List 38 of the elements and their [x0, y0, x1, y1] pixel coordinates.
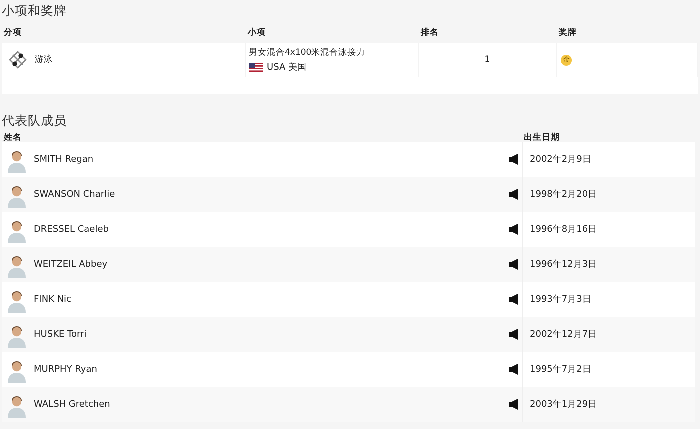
event-name: 男女混合4x100米混合泳接力	[249, 46, 366, 58]
athlete-name: WEITZEIL Abbey	[34, 260, 109, 270]
speaker-icon[interactable]	[509, 259, 518, 270]
athlete-name: SMITH Regan	[34, 154, 95, 164]
birth-date: 1993年7月3日	[530, 294, 592, 306]
athlete-name: SWANSON Charlie	[34, 190, 116, 200]
column-header: 出生日期	[523, 132, 561, 142]
athlete-name: FINK Nic	[34, 294, 73, 304]
flag-icon	[249, 62, 263, 72]
column-header: 分项	[3, 27, 23, 40]
rank-text: 1	[484, 55, 490, 65]
speaker-icon[interactable]	[509, 224, 518, 235]
column-header: 姓名	[2, 132, 23, 142]
speaker-icon[interactable]	[509, 364, 518, 375]
speaker-icon[interactable]	[509, 189, 518, 200]
column-header: 奖牌	[558, 26, 578, 40]
discipline-text: 游泳	[35, 54, 53, 66]
birth-date: 2002年2月9日	[530, 154, 592, 166]
birth-date: 2003年1月29日	[530, 398, 598, 411]
birth-date: 1995年7月2日	[530, 364, 592, 376]
birth-date: 2002年12月7日	[530, 328, 598, 341]
column-header: 小项	[246, 26, 267, 40]
speaker-icon[interactable]	[509, 399, 518, 410]
birth-date: 1996年8月16日	[530, 224, 598, 236]
birth-date: 1996年12月3日	[530, 258, 598, 271]
team-name: USA 美国	[267, 62, 306, 74]
athlete-name: MURPHY Ryan	[34, 364, 98, 374]
athlete-name: WALSH Gretchen	[34, 400, 112, 410]
birth-date: 1998年2月20日	[530, 188, 598, 201]
speaker-icon[interactable]	[509, 154, 518, 165]
athlete-name: HUSKE Torri	[34, 330, 88, 340]
speaker-icon[interactable]	[509, 294, 518, 305]
column-header: 排名	[420, 26, 440, 40]
swimming-icon	[8, 50, 28, 70]
athlete-name: DRESSEL Caeleb	[34, 224, 110, 234]
section-title: 代表队成员	[1, 112, 68, 130]
speaker-icon[interactable]	[509, 329, 518, 340]
section-title: 小项和奖牌	[1, 2, 68, 20]
